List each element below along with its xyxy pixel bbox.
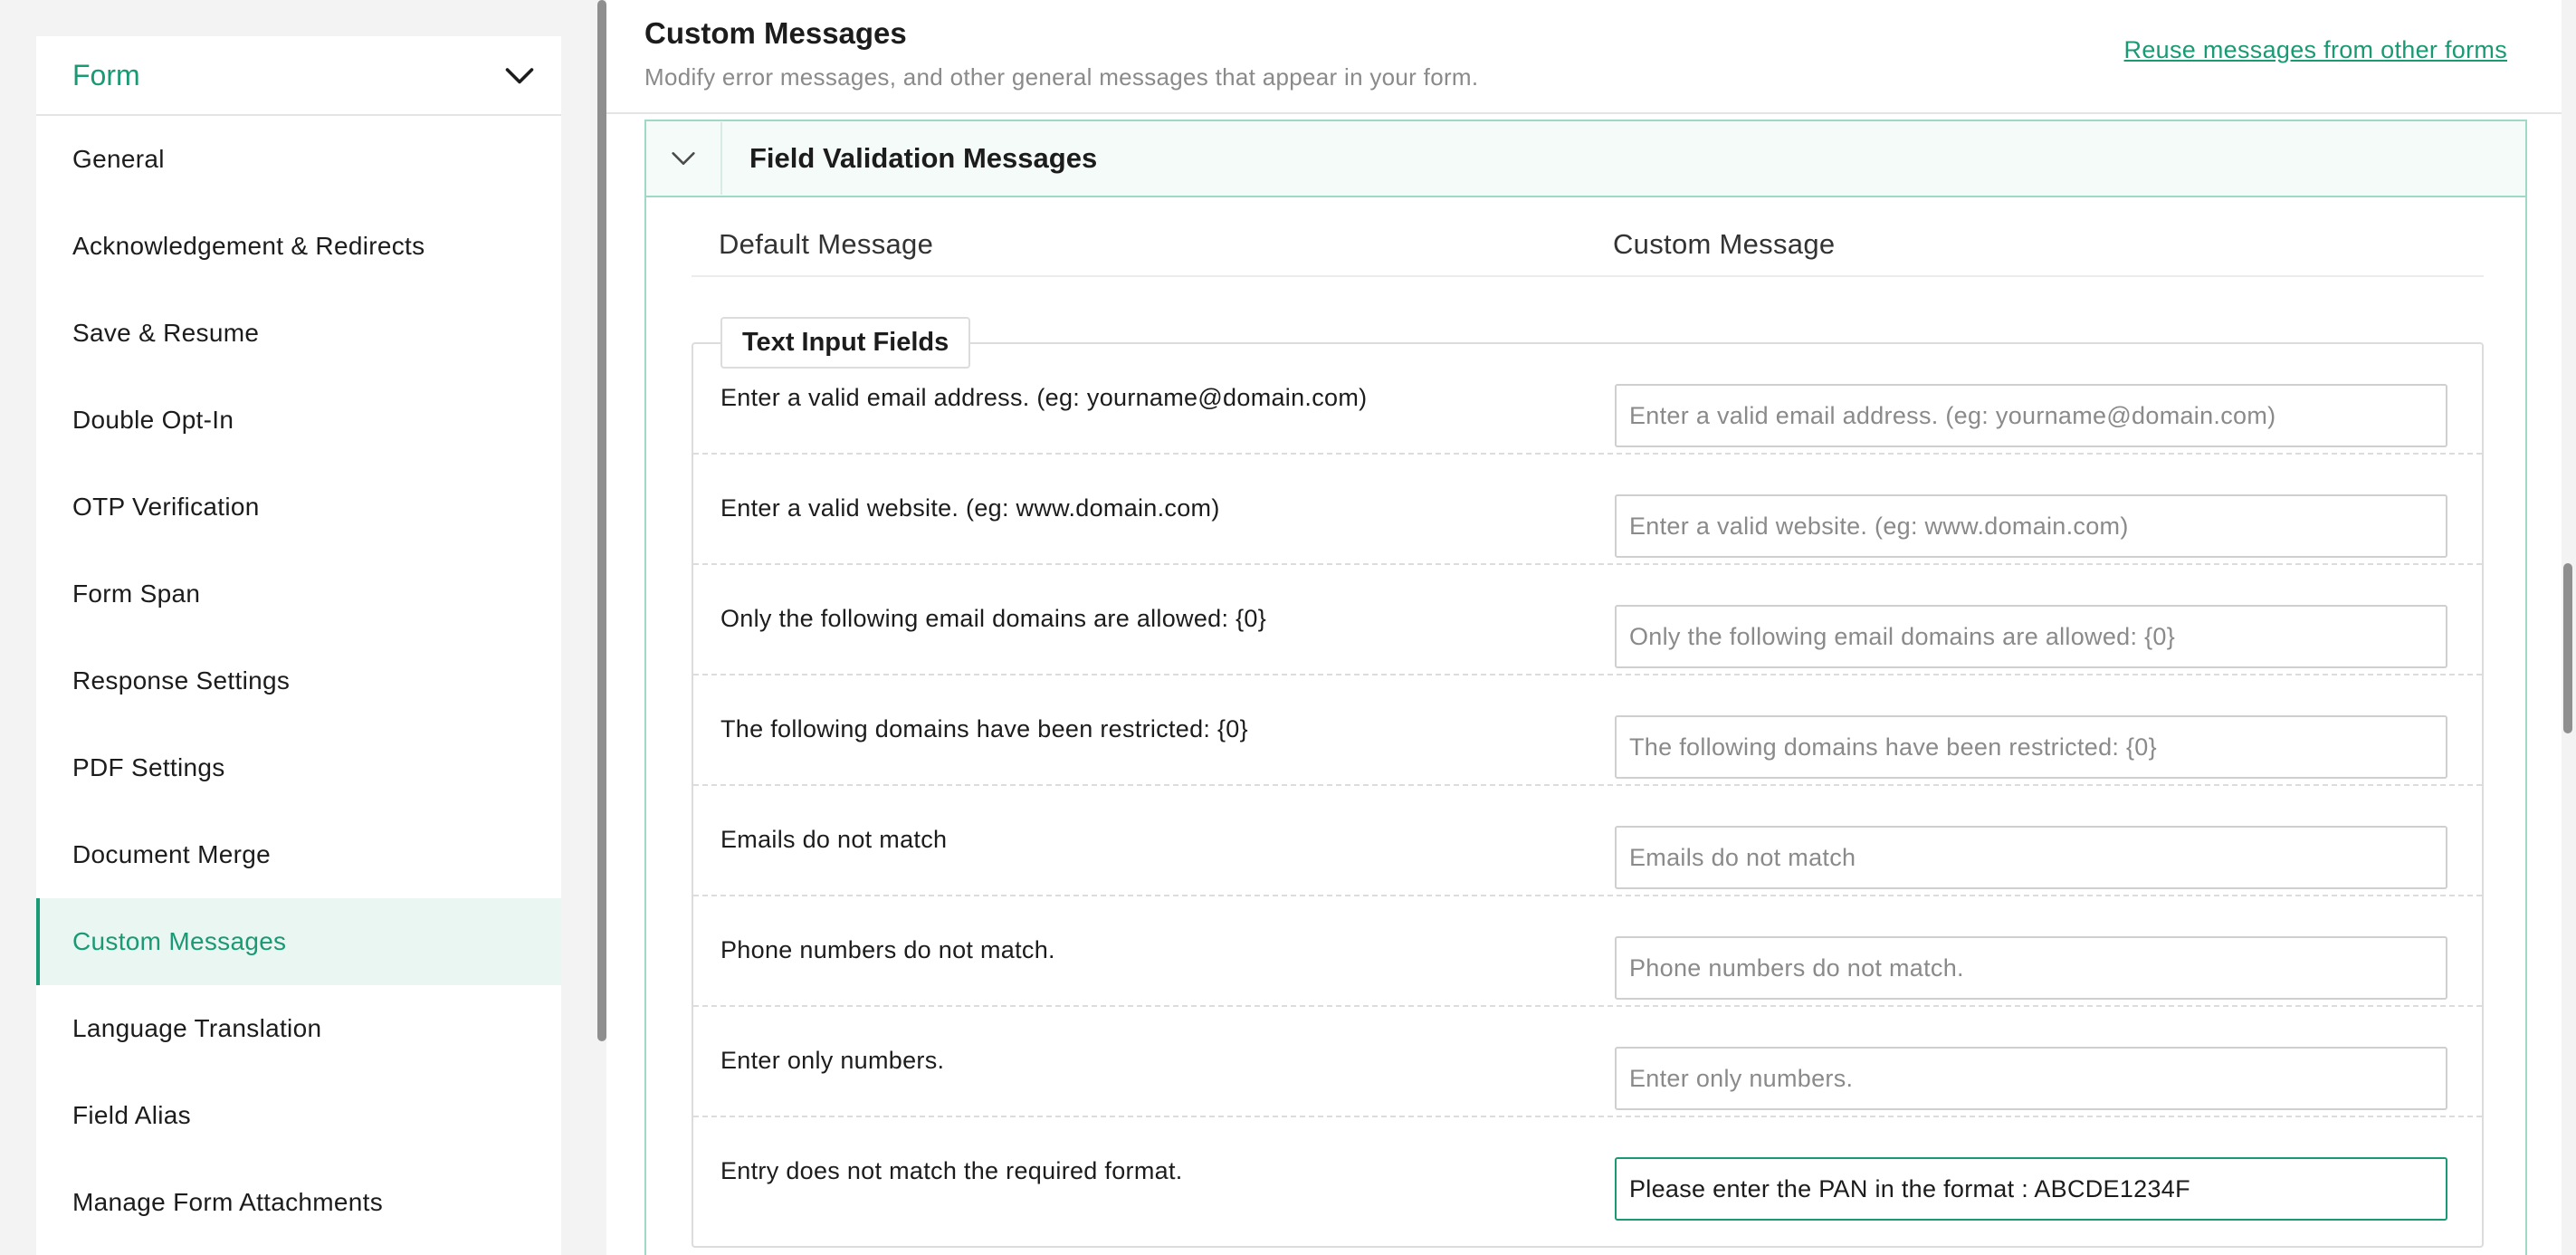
- sidebar-item-label: Form Span: [72, 580, 201, 608]
- accordion-toggle[interactable]: [646, 122, 722, 195]
- sidebar-item-label: General: [72, 145, 165, 173]
- sidebar-item-label: Custom Messages: [72, 927, 287, 955]
- custom-message-input[interactable]: [1615, 494, 2447, 558]
- header-divider: [606, 112, 2562, 114]
- accordion-title: Field Validation Messages: [749, 142, 1098, 174]
- custom-message-input[interactable]: [1615, 1047, 2447, 1110]
- default-message-text: Phone numbers do not match.: [720, 936, 1055, 963]
- custom-message-input[interactable]: [1615, 826, 2447, 889]
- app-root: Form General Acknowledgement & Redirects…: [0, 0, 2576, 1255]
- main-panel: Custom Messages Modify error messages, a…: [606, 0, 2562, 1255]
- custom-message-input[interactable]: [1615, 384, 2447, 447]
- sidebar-item-label: OTP Verification: [72, 493, 260, 521]
- main-scrollbar-thumb[interactable]: [2563, 563, 2572, 733]
- sidebar-item-label: Language Translation: [72, 1014, 322, 1042]
- sidebar-item-label: Document Merge: [72, 840, 271, 868]
- chevron-down-icon: [672, 152, 695, 165]
- column-header-custom: Custom Message: [1613, 228, 1836, 260]
- sidebar-item-field-alias[interactable]: Field Alias: [36, 1072, 561, 1159]
- sidebar-item-pdf-settings[interactable]: PDF Settings: [36, 724, 561, 811]
- sidebar-header-title: Form: [72, 58, 140, 91]
- default-message-text: Enter only numbers.: [720, 1047, 945, 1074]
- page-header: Custom Messages Modify error messages, a…: [644, 16, 1478, 91]
- sidebar-item-label: Field Alias: [72, 1101, 191, 1129]
- chevron-down-icon: [505, 68, 534, 84]
- text-input-fields-group: Text Input Fields Enter a valid email ad…: [692, 317, 2484, 1248]
- message-row: Only the following email domains are all…: [693, 565, 2482, 675]
- sidebar-item-label: Double Opt-In: [72, 406, 234, 434]
- message-row: Enter only numbers.: [693, 1007, 2482, 1117]
- sidebar-item-double-opt-in[interactable]: Double Opt-In: [36, 377, 561, 464]
- default-message-text: The following domains have been restrict…: [720, 715, 1248, 742]
- message-row: Enter a valid website. (eg: www.domain.c…: [693, 455, 2482, 565]
- sidebar-item-response-settings[interactable]: Response Settings: [36, 637, 561, 724]
- sidebar-item-label: Acknowledgement & Redirects: [72, 232, 425, 260]
- default-message-text: Entry does not match the required format…: [720, 1157, 1183, 1184]
- message-row: Phone numbers do not match.: [693, 896, 2482, 1007]
- custom-message-input[interactable]: [1615, 936, 2447, 1000]
- sidebar-item-save-resume[interactable]: Save & Resume: [36, 290, 561, 377]
- page-subtitle: Modify error messages, and other general…: [644, 63, 1479, 91]
- custom-message-input[interactable]: [1615, 605, 2447, 668]
- default-message-text: Only the following email domains are all…: [720, 605, 1267, 632]
- sidebar-form-dropdown[interactable]: Form: [36, 36, 561, 116]
- sidebar-item-label: Manage Form Attachments: [72, 1188, 384, 1216]
- sidebar-item-label: Save & Resume: [72, 319, 260, 347]
- sidebar-item-general[interactable]: General: [36, 116, 561, 203]
- sidebar-scrollbar[interactable]: [597, 0, 606, 1041]
- default-message-text: Emails do not match: [720, 826, 948, 853]
- message-row: Entry does not match the required format…: [693, 1117, 2482, 1228]
- reuse-messages-link[interactable]: Reuse messages from other forms: [2124, 36, 2507, 64]
- column-headers: Default Message Custom Message: [692, 217, 2484, 277]
- page-title: Custom Messages: [644, 16, 907, 50]
- field-validation-accordion: Field Validation Messages Default Messag…: [644, 120, 2527, 1255]
- sidebar-item-custom-messages[interactable]: Custom Messages: [36, 898, 561, 985]
- settings-sidebar: Form General Acknowledgement & Redirects…: [36, 36, 561, 1255]
- custom-message-input[interactable]: [1615, 715, 2447, 779]
- default-message-text: Enter a valid email address. (eg: yourna…: [720, 384, 1368, 411]
- column-header-default: Default Message: [719, 228, 934, 260]
- sidebar-item-manage-attachments[interactable]: Manage Form Attachments: [36, 1159, 561, 1246]
- default-message-text: Enter a valid website. (eg: www.domain.c…: [720, 494, 1220, 522]
- sidebar-item-label: Response Settings: [72, 666, 291, 695]
- accordion-header[interactable]: Field Validation Messages: [646, 121, 2525, 197]
- sidebar-item-otp-verification[interactable]: OTP Verification: [36, 464, 561, 551]
- message-row: The following domains have been restrict…: [693, 675, 2482, 786]
- sidebar-item-document-merge[interactable]: Document Merge: [36, 811, 561, 898]
- sidebar-item-language-translation[interactable]: Language Translation: [36, 985, 561, 1072]
- sidebar-item-form-span[interactable]: Form Span: [36, 551, 561, 637]
- message-row: Enter a valid email address. (eg: yourna…: [693, 344, 2482, 455]
- message-row: Emails do not match: [693, 786, 2482, 896]
- custom-message-input[interactable]: [1615, 1157, 2447, 1221]
- sidebar-item-acknowledgement[interactable]: Acknowledgement & Redirects: [36, 203, 561, 290]
- sidebar-item-label: PDF Settings: [72, 753, 225, 781]
